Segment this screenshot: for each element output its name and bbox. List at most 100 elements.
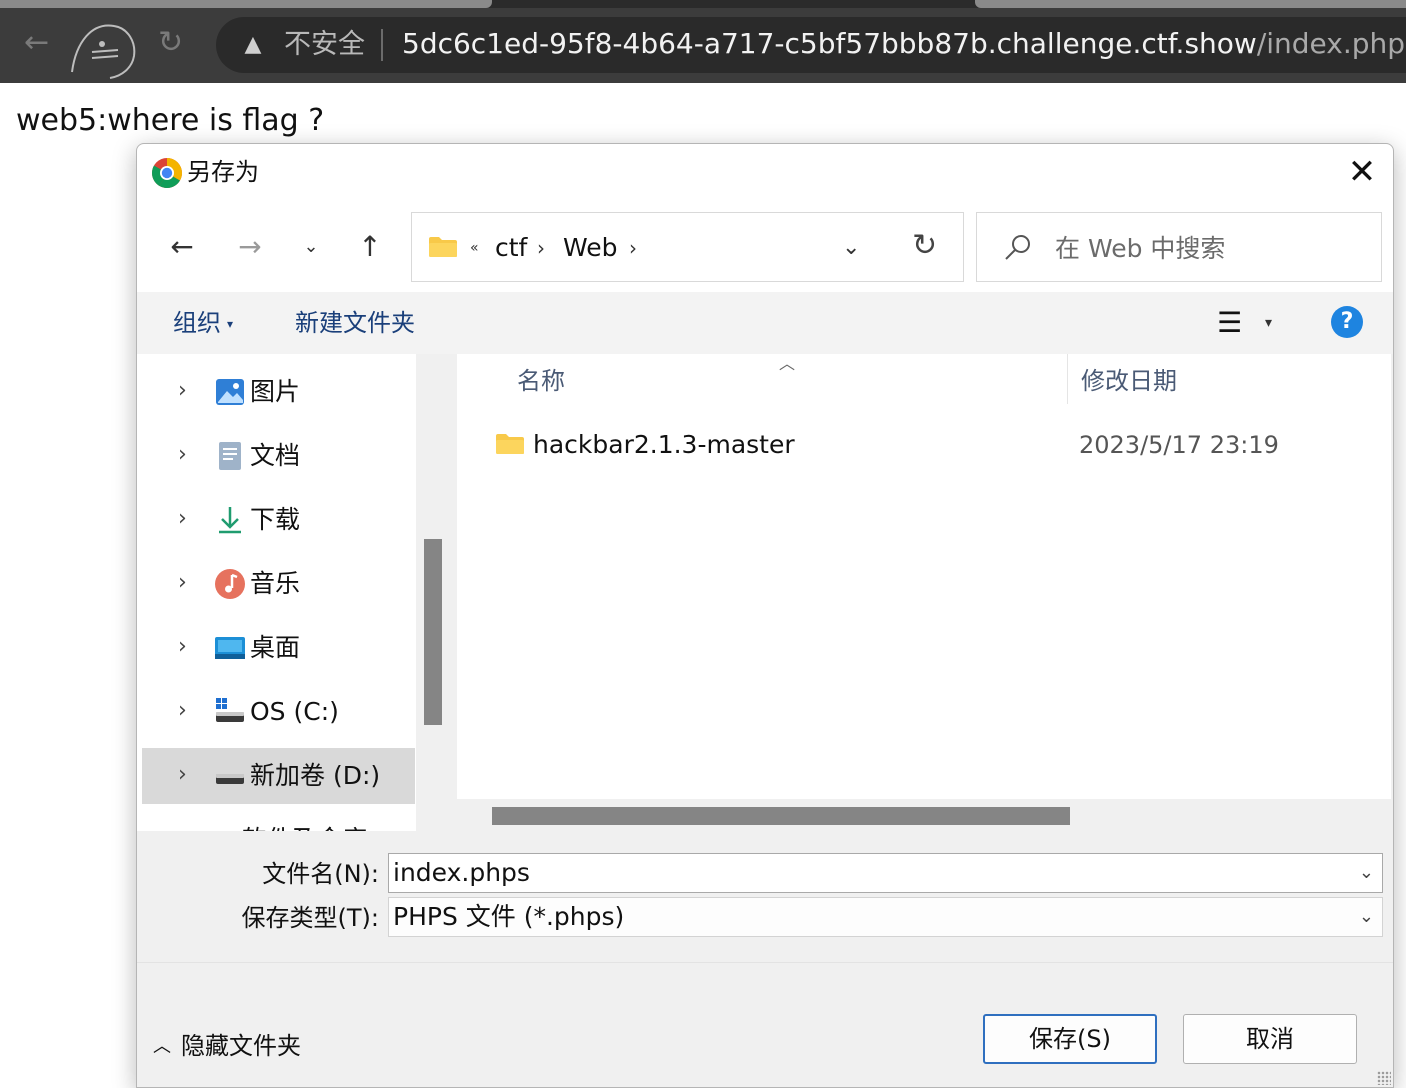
close-icon: ✕ (1347, 152, 1377, 192)
help-icon[interactable]: ? (1331, 306, 1363, 338)
nav-item-desktop[interactable]: › 桌面 (142, 620, 415, 676)
chrome-logo-icon (151, 158, 183, 189)
chevron-down-icon[interactable]: ⌄ (1359, 858, 1374, 888)
nav-item-label: 图片 (250, 377, 301, 406)
recent-locations-button[interactable]: ⌄ (297, 224, 325, 270)
mascot-sketch-icon (62, 12, 146, 82)
chevron-right-icon[interactable]: › (178, 376, 187, 406)
nav-item-drive-c[interactable]: › OS (C:) (142, 684, 415, 740)
search-box[interactable] (976, 212, 1382, 282)
nav-item-drive-d[interactable]: › 新加卷 (D:) (142, 748, 415, 804)
dialog-title: 另存为 (187, 158, 259, 186)
breadcrumb-chevron-icon[interactable]: › (537, 230, 545, 266)
refresh-icon[interactable]: ↻ (912, 226, 937, 266)
breadcrumb-item-web[interactable]: Web (563, 230, 618, 266)
chevron-right-icon[interactable]: › (178, 760, 187, 790)
save-button[interactable]: 保存(S) (983, 1014, 1157, 1064)
dialog-titlebar[interactable]: 另存为 ✕ (137, 144, 1393, 202)
horizontal-scrollbar[interactable] (457, 799, 1393, 831)
vertical-scrollbar[interactable] (1391, 354, 1393, 799)
caret-down-icon: ▾ (227, 317, 234, 331)
filename-value[interactable]: index.phps (393, 856, 530, 890)
warning-icon[interactable]: ▲ (240, 33, 266, 57)
view-caret-icon[interactable]: ▾ (1265, 306, 1272, 340)
chevron-down-icon[interactable]: ⌄ (1359, 902, 1374, 932)
nav-item-music[interactable]: › 音乐 (142, 556, 415, 612)
browser-toolbar: ← ↻ ▲ 不安全 5dc6c1ed-95f8-4b64-a717-c5bf57… (0, 0, 1406, 83)
sort-ascending-icon: ︿ (779, 354, 796, 373)
tab[interactable] (975, 0, 1406, 8)
nav-item-pictures[interactable]: › 图片 (142, 364, 415, 420)
column-header-name[interactable]: 名称 (517, 364, 565, 398)
address-bar[interactable]: ▲ 不安全 5dc6c1ed-95f8-4b64-a717-c5bf57bbb8… (216, 17, 1406, 73)
file-row[interactable]: hackbar2.1.3-master 2023/5/17 23:19 (489, 426, 1379, 468)
file-modified-date: 2023/5/17 23:19 (1079, 431, 1279, 459)
breadcrumb-item-ctf[interactable]: ctf (495, 230, 527, 266)
nav-item-documents[interactable]: › 文档 (142, 428, 415, 484)
filetype-value: PHPS 文件 (*.phps) (393, 902, 625, 931)
close-button[interactable]: ✕ (1339, 150, 1385, 196)
nav-item-label: OS (C:) (250, 697, 339, 726)
documents-icon (219, 442, 241, 470)
chevron-right-icon[interactable]: › (178, 632, 187, 662)
organize-menu[interactable]: 组织 ▾ (173, 306, 233, 341)
address-breadcrumb[interactable]: « ctf › Web › ⌄ ↻ (411, 212, 964, 282)
nav-item-label: 桌面 (250, 633, 301, 662)
nav-item-downloads[interactable]: › 下载 (142, 492, 415, 548)
security-status[interactable]: 不安全 (284, 28, 365, 62)
chevron-up-icon: ︿ (153, 1036, 171, 1057)
folder-icon (429, 237, 457, 257)
nav-item-label: 音乐 (250, 569, 301, 598)
scroll-thumb[interactable] (492, 807, 1070, 825)
arrow-up-icon: ↑ (358, 230, 382, 263)
reload-icon[interactable]: ↻ (158, 28, 183, 58)
search-input[interactable] (1055, 229, 1365, 267)
drive-icon (216, 774, 244, 784)
chevron-right-icon[interactable]: › (178, 696, 187, 726)
column-divider[interactable] (1067, 354, 1068, 404)
back-button[interactable]: ← (165, 224, 199, 270)
tab-strip (0, 0, 1406, 8)
tab[interactable] (0, 0, 492, 8)
back-icon[interactable]: ← (24, 28, 49, 58)
chevron-down-icon: ⌄ (303, 236, 319, 257)
nav-item-label: 软件及金库 (E:) (242, 822, 402, 831)
chevron-right-icon[interactable]: › (178, 440, 187, 470)
breadcrumb-chevron-icon[interactable]: › (629, 230, 637, 266)
music-icon (215, 569, 245, 599)
hide-folders-toggle[interactable]: ︿ 隐藏文件夹 (153, 1029, 301, 1064)
address-dropdown-icon[interactable]: ⌄ (842, 230, 860, 266)
arrow-left-icon: ← (170, 230, 194, 263)
pictures-icon (216, 379, 244, 405)
nav-item-label: 文档 (250, 441, 301, 470)
system-drive-icon (216, 698, 244, 722)
filename-label: 文件名(N): (262, 860, 379, 888)
divider (381, 29, 383, 61)
nav-scrollbar[interactable] (416, 354, 453, 831)
arrow-right-icon: → (238, 230, 262, 263)
view-options-icon[interactable]: ☰ (1217, 306, 1242, 340)
dialog-footer: ︿ 隐藏文件夹 保存(S) 取消 (137, 962, 1393, 1087)
chevron-right-icon[interactable]: › (178, 504, 187, 534)
filename-field[interactable]: index.phps ⌄ (388, 853, 1383, 893)
nav-item-label: 下载 (250, 505, 301, 534)
filetype-label: 保存类型(T): (241, 904, 379, 932)
resize-grip-icon[interactable] (1377, 1071, 1391, 1085)
chevron-right-icon[interactable]: › (178, 568, 187, 598)
file-name: hackbar2.1.3-master (533, 430, 795, 459)
up-button[interactable]: ↑ (353, 224, 387, 270)
forward-button[interactable]: → (233, 224, 267, 270)
command-bar: 组织 ▾ 新建文件夹 ☰ ▾ ? (137, 292, 1393, 354)
breadcrumb-overflow[interactable]: « (470, 230, 479, 266)
column-header-modified[interactable]: 修改日期 (1081, 364, 1177, 398)
pane-divider[interactable] (453, 354, 457, 831)
url-text[interactable]: 5dc6c1ed-95f8-4b64-a717-c5bf57bbb87b.cha… (402, 27, 1405, 61)
page-heading: web5:where is flag ? (16, 103, 325, 138)
scroll-thumb[interactable] (424, 539, 442, 725)
save-options: 文件名(N): index.phps ⌄ 保存类型(T): PHPS 文件 (*… (137, 831, 1393, 1087)
cancel-button[interactable]: 取消 (1183, 1014, 1357, 1064)
filetype-select[interactable]: PHPS 文件 (*.phps) ⌄ (388, 897, 1383, 937)
nav-item-drive-e-partial[interactable]: 软件及金库 (E:) (242, 822, 402, 831)
new-folder-button[interactable]: 新建文件夹 (295, 306, 415, 340)
nav-item-label: 新加卷 (D:) (250, 761, 381, 790)
